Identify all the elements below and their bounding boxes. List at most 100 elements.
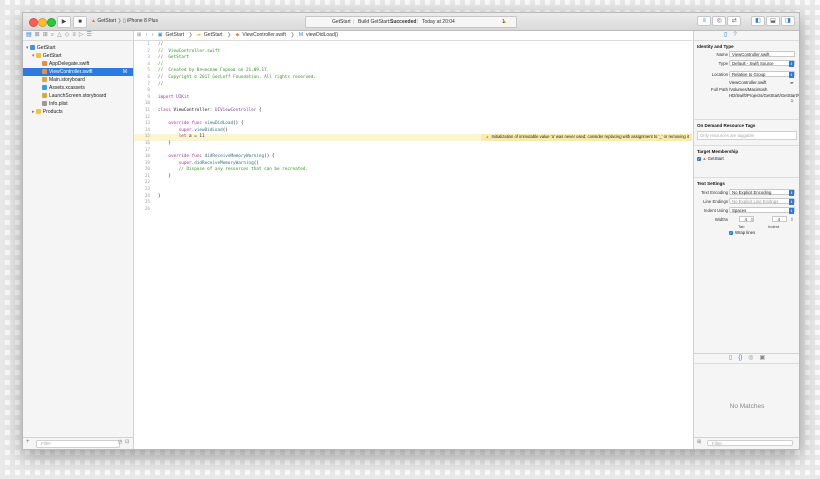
tags-input[interactable]: Only resources are taggable xyxy=(697,131,797,140)
tree-item-appdelegate[interactable]: AppDelegate.swift xyxy=(23,60,133,68)
code-line[interactable]: 3 // GetStart xyxy=(134,55,692,62)
line-endings-popup[interactable]: No Explicit Line Endings ⇕ xyxy=(729,198,795,205)
media-library-icon[interactable]: ▣ xyxy=(759,355,765,361)
close-window-button[interactable] xyxy=(29,18,38,27)
version-editor-icon: ⇄ xyxy=(731,18,737,24)
code-line[interactable]: 26 xyxy=(134,207,692,214)
jumpbar-project[interactable]: GetStart xyxy=(165,32,184,38)
object-library-icon[interactable]: ◎ xyxy=(748,355,753,361)
jumpbar-file[interactable]: ViewController.swift xyxy=(242,32,286,38)
tree-item-assets[interactable]: Assets.xcassets xyxy=(23,84,133,92)
indent-popup[interactable]: Spaces ⇕ xyxy=(729,207,795,214)
jumpbar-group[interactable]: GetStart xyxy=(204,32,223,38)
app-icon: ▲ xyxy=(91,18,96,24)
code-line[interactable]: 21 } xyxy=(134,174,692,181)
code-line[interactable]: 20 // Dispose of any resources that can … xyxy=(134,167,692,174)
folder-icon[interactable]: ▤ xyxy=(26,32,32,38)
scm-status-icon[interactable]: ⊡ xyxy=(125,439,129,445)
reveal-in-finder-icon[interactable]: ➲ xyxy=(790,98,794,103)
back-arrow-icon[interactable]: ‹ xyxy=(146,32,148,38)
report-icon[interactable]: ☰ xyxy=(87,32,92,38)
target-row: ✓ ▲ GetStart xyxy=(694,155,799,163)
code-line[interactable]: 15 let a = 11 ▲ Initialization of immutabl… xyxy=(134,134,692,141)
filter-placeholder: Filter xyxy=(712,441,722,446)
inline-warning[interactable]: ▲ Initialization of immutable value 'a' w… xyxy=(481,134,692,141)
tree-item-main-storyboard[interactable]: Main.storyboard xyxy=(23,76,133,84)
quick-help-icon[interactable]: ? xyxy=(733,32,736,38)
library-filter-input[interactable]: Filter xyxy=(707,440,793,446)
code-line[interactable]: 11 class ViewController: UIViewController… xyxy=(134,108,692,115)
wrap-lines-checkbox[interactable]: ✓ xyxy=(729,231,733,235)
folder-icon[interactable]: ▰ xyxy=(790,79,793,86)
code-line[interactable]: 25 xyxy=(134,200,692,207)
project-icon xyxy=(29,45,35,51)
code-line[interactable]: 16 } xyxy=(134,141,692,148)
wrap-row: ✓ Wrap lines xyxy=(694,229,799,237)
name-row: Name ViewController.swift xyxy=(694,50,799,59)
tree-item-viewcontroller[interactable]: ViewController.swift M xyxy=(23,68,133,76)
location-popup[interactable]: Relative to Group ⇕ xyxy=(729,71,795,78)
type-popup[interactable]: Default - Swift Source ⇕ xyxy=(729,60,795,67)
file-template-icon[interactable]: ▯ xyxy=(729,355,732,361)
source-control-icon[interactable]: ⊠ xyxy=(35,32,40,38)
code-line[interactable]: 6 // Copyright © 2017 GoсLoff Foundation.… xyxy=(134,75,692,82)
grid-view-icon[interactable]: ⊞ xyxy=(697,439,701,445)
tree-item-products[interactable]: ▸ Products xyxy=(23,108,133,116)
code-line[interactable]: 14 super.viewDidLoad() xyxy=(134,128,692,135)
recent-files-icon[interactable]: ◷ xyxy=(118,439,122,445)
forward-arrow-icon[interactable]: › xyxy=(152,32,154,38)
code-line[interactable]: 22 xyxy=(134,180,692,187)
code-line[interactable]: 18 override func didReceiveMemoryWarning… xyxy=(134,154,692,161)
target-checkbox[interactable]: ✓ xyxy=(697,156,701,161)
stepper-arrows-icon[interactable]: ⇕ xyxy=(750,215,754,224)
code-line[interactable]: 23 xyxy=(134,187,692,194)
run-button[interactable]: ▶ xyxy=(57,16,71,28)
standard-editor-button[interactable]: ≡ xyxy=(697,16,712,26)
minimize-window-button[interactable] xyxy=(38,18,47,27)
tree-item-group[interactable]: ▾ GetStart xyxy=(23,52,133,60)
code-line[interactable]: 13 override func viewDidLoad() { xyxy=(134,121,692,128)
code-line[interactable]: 1 // xyxy=(134,42,692,49)
tree-item-launchscreen[interactable]: LaunchScreen.storyboard xyxy=(23,92,133,100)
fullpath-row: Full Path /Volumes/Macintosh HD/Swift/Pr… xyxy=(694,86,799,116)
code-line[interactable]: 10 xyxy=(134,101,692,108)
tree-item-project[interactable]: ▾ GetStart xyxy=(23,44,133,52)
swift-file-icon xyxy=(42,61,47,67)
code-line[interactable]: 24} xyxy=(134,194,692,201)
toggle-debug-area-button[interactable]: ⬓ xyxy=(766,16,780,26)
code-line[interactable]: 2// ViewController.swift xyxy=(134,49,692,56)
tree-item-infoplist[interactable]: Info.plist xyxy=(23,100,133,108)
code-line[interactable]: 8 xyxy=(134,88,692,95)
line-number: 8 xyxy=(147,88,150,94)
stepper-arrows-icon[interactable]: ⇕ xyxy=(790,215,794,224)
code-snippet-icon[interactable]: {} xyxy=(738,355,742,361)
file-inspector-icon[interactable]: ▯ xyxy=(724,32,727,38)
issue-icon[interactable]: △ xyxy=(57,32,62,38)
line-number: 25 xyxy=(144,200,150,206)
find-icon[interactable]: ⌕ xyxy=(51,32,54,38)
code-line[interactable]: 5 // Created by Вячеслав Горлов on 21.09.… xyxy=(134,68,692,75)
tree-item-label: AppDelegate.swift xyxy=(49,61,90,67)
zoom-window-button[interactable] xyxy=(47,18,56,27)
stop-button[interactable]: ■ xyxy=(73,16,87,28)
navigator-filter-input[interactable]: Filter xyxy=(36,440,120,448)
test-icon[interactable]: ◇ xyxy=(65,32,70,38)
version-editor-button[interactable]: ⇄ xyxy=(727,16,742,26)
related-items-icon[interactable]: ⊞ xyxy=(137,32,141,38)
debug-icon[interactable]: ≡ xyxy=(72,32,76,38)
code-area[interactable]: 1//2// ViewController.swift 3// GetStart 4… xyxy=(134,42,692,213)
breakpoint-icon[interactable]: ▷ xyxy=(79,32,84,38)
symbol-icon[interactable]: ⊞ xyxy=(43,32,48,38)
name-field[interactable]: ViewController.swift xyxy=(729,51,795,57)
jumpbar-symbol[interactable]: viewDidLoad() xyxy=(306,32,338,38)
add-icon[interactable]: + xyxy=(26,439,30,445)
code-line[interactable]: 7// xyxy=(134,82,692,89)
scheme-selector[interactable]: ▲ GetStart ❯ ▯ iPhone 8 Plus xyxy=(91,16,158,26)
assistant-editor-button[interactable]: ◎ xyxy=(712,16,727,26)
toggle-inspector-button[interactable]: ◨ xyxy=(781,16,795,26)
activity-view[interactable]: GetStart | Build GetStart: Succeeded | T… xyxy=(305,16,517,28)
encoding-popup[interactable]: No Explicit Encoding ⇕ xyxy=(729,189,795,196)
code-line[interactable]: 9 import UIKit xyxy=(134,95,692,102)
toggle-navigator-button[interactable]: ◧ xyxy=(751,16,765,26)
standard-editor-icon: ≡ xyxy=(702,18,706,24)
